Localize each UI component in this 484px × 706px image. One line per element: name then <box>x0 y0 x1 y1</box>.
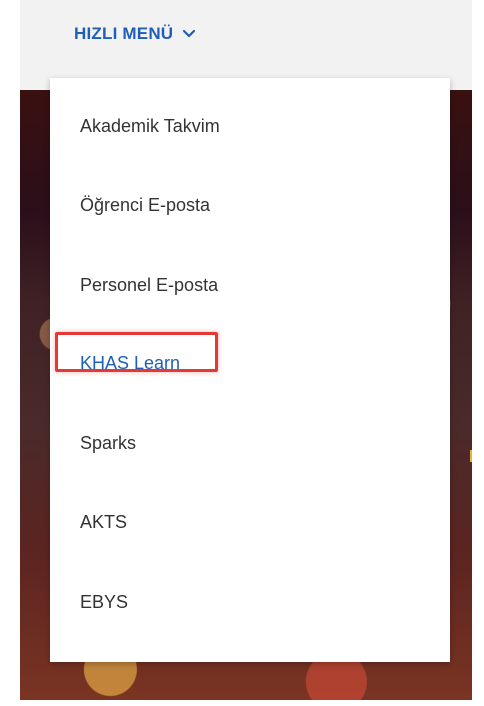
menu-item-ogrenci-eposta[interactable]: Öğrenci E-posta <box>80 195 210 216</box>
menu-item-personel-eposta[interactable]: Personel E-posta <box>80 275 218 296</box>
menu-item-sparks[interactable]: Sparks <box>80 433 136 454</box>
background-decoration <box>470 450 472 462</box>
quick-menu-dropdown: Akademik Takvim Öğrenci E-posta Personel… <box>50 78 450 662</box>
quick-menu-label: HIZLI MENÜ <box>74 24 174 43</box>
chevron-down-icon <box>183 29 196 38</box>
quick-menu-toggle[interactable]: HIZLI MENÜ <box>74 22 197 46</box>
menu-item-ebys[interactable]: EBYS <box>80 592 128 613</box>
menu-item-khas-learn[interactable]: KHAS Learn <box>80 353 180 374</box>
menu-item-akademik-takvim[interactable]: Akademik Takvim <box>80 116 220 137</box>
menu-item-akts[interactable]: AKTS <box>80 512 127 533</box>
